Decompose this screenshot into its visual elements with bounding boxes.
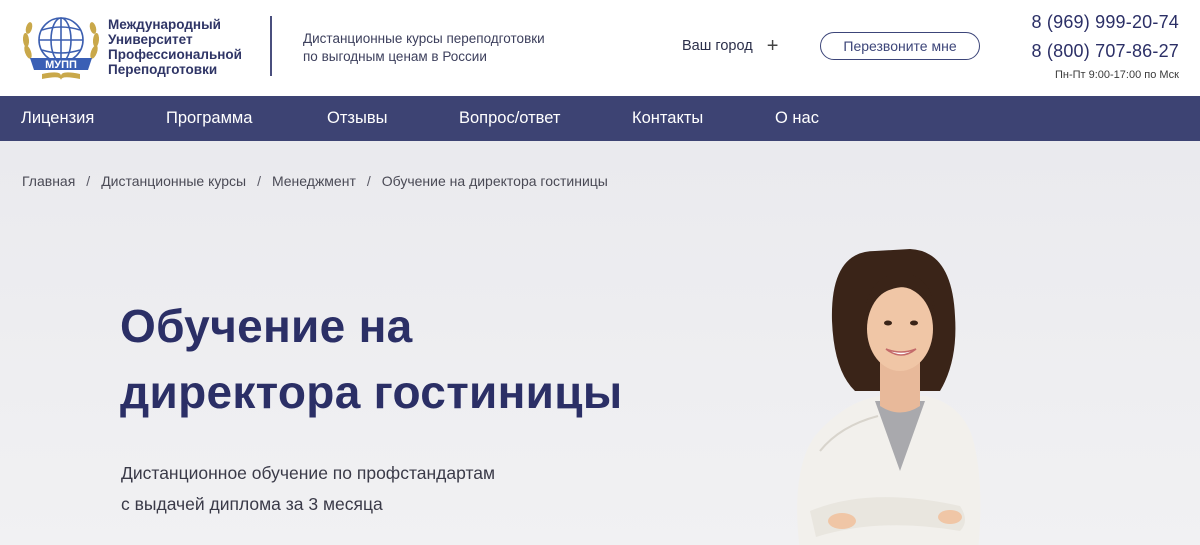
subtitle-line: Дистанционное обучение по профстандартам: [121, 463, 496, 483]
hero-section: Главная / Дистанционные курсы / Менеджме…: [0, 141, 1200, 545]
nav-item-program[interactable]: Программа: [166, 96, 252, 141]
city-selector[interactable]: Ваш город +: [682, 35, 779, 57]
site-header: МУПП Международный Университет Профессио…: [0, 0, 1200, 96]
hero-woman-image: [797, 249, 981, 545]
logo-text: МУПП: [45, 59, 77, 71]
contact-phones: 8 (969) 999-20-74 8 (800) 707-86-27 Пн-П…: [1032, 8, 1180, 81]
university-name[interactable]: Международный Университет Профессиональн…: [108, 17, 242, 77]
breadcrumb: Главная / Дистанционные курсы / Менеджме…: [22, 173, 608, 189]
page-title: Обучение на директора гостиницы: [120, 293, 622, 425]
hero-subtitle: Дистанционное обучение по профстандартам…: [121, 458, 495, 520]
nav-item-contacts[interactable]: Контакты: [632, 96, 703, 141]
city-label: Ваш город: [682, 38, 753, 54]
nav-item-license[interactable]: Лицензия: [21, 96, 94, 141]
main-nav: Лицензия Программа Отзывы Вопрос/ответ К…: [0, 96, 1200, 141]
university-logo[interactable]: МУПП: [20, 12, 102, 82]
plus-icon: +: [766, 35, 779, 57]
nav-item-reviews[interactable]: Отзывы: [327, 96, 387, 141]
tagline-line: по выгодным ценам в России: [303, 49, 487, 64]
working-hours: Пн-Пт 9:00-17:00 по Мск: [1054, 69, 1179, 81]
brand-line: Переподготовки: [108, 62, 218, 77]
breadcrumb-separator: /: [366, 173, 371, 189]
header-tagline: Дистанционные курсы переподготовки по вы…: [303, 30, 545, 66]
breadcrumb-current: Обучение на директора гостиницы: [381, 173, 608, 189]
brand-line: Международный: [108, 17, 221, 32]
brand-line: Профессиональной: [108, 47, 242, 62]
tagline-line: Дистанционные курсы переподготовки: [303, 31, 545, 46]
breadcrumb-management[interactable]: Менеджмент: [272, 173, 356, 189]
breadcrumb-distance-courses[interactable]: Дистанционные курсы: [101, 173, 246, 189]
breadcrumb-separator: /: [257, 173, 261, 189]
phone-link-1[interactable]: 8 (969) 999-20-74: [1032, 8, 1180, 37]
header-divider: [270, 16, 272, 76]
nav-item-about[interactable]: О нас: [775, 96, 819, 141]
title-line: директора гостиницы: [120, 366, 623, 418]
globe-icon: [38, 17, 84, 63]
breadcrumb-separator: /: [86, 173, 91, 189]
phone-link-2[interactable]: 8 (800) 707-86-27: [1032, 37, 1180, 66]
callback-button[interactable]: Перезвоните мне: [820, 32, 980, 60]
breadcrumb-home[interactable]: Главная: [22, 173, 75, 189]
subtitle-line: с выдачей диплома за 3 месяца: [121, 494, 383, 514]
brand-line: Университет: [108, 32, 193, 47]
nav-item-faq[interactable]: Вопрос/ответ: [459, 96, 560, 141]
title-line: Обучение на: [120, 300, 413, 352]
